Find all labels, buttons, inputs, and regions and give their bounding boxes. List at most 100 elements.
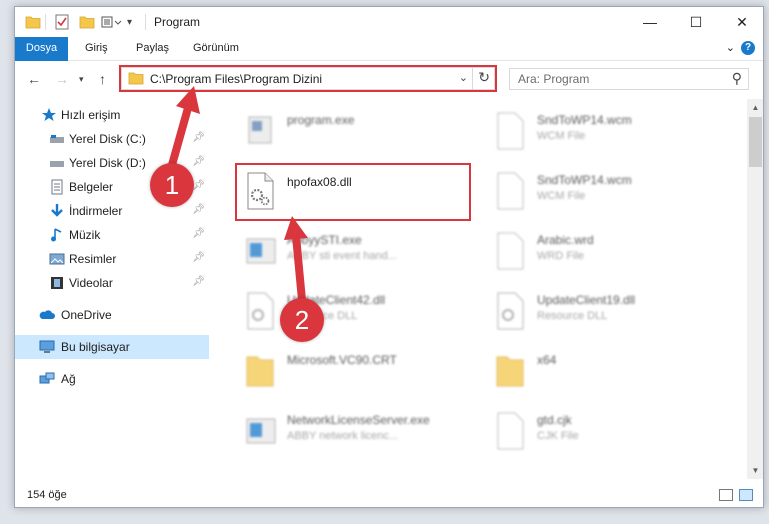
maximize-button[interactable]: ☐	[673, 7, 719, 37]
file-highlight	[235, 163, 471, 221]
generic-file-icon	[497, 412, 524, 450]
back-arrow-icon[interactable]: ←	[27, 71, 41, 87]
file-item[interactable]: UpdateClient19.dll Resource DLL	[485, 285, 725, 337]
generic-file-icon	[497, 112, 524, 150]
file-type: ABBY sti event hand...	[287, 250, 397, 262]
sidebar-item-label: Ağ	[61, 372, 76, 386]
sidebar-item-label: OneDrive	[61, 308, 112, 322]
navigation-bar: ← → ▾ ↑ C:\Program Files\Program Dizini …	[15, 61, 763, 97]
file-name: NetworkLicenseServer.exe	[287, 413, 430, 427]
sidebar-item-label: Müzik	[69, 228, 101, 242]
sidebar-item-label: Resimler	[69, 252, 117, 266]
file-item[interactable]: NetworkLicenseServer.exe ABBY network li…	[235, 405, 475, 457]
exe-file-icon	[248, 116, 272, 144]
forward-arrow-icon[interactable]: →	[55, 71, 69, 87]
pin-icon[interactable]: 📌︎	[192, 156, 205, 167]
properties-icon[interactable]	[55, 14, 69, 30]
explorer-window: ▾ Program — ☐ ✕ Dosya Giriş Paylaş Görün…	[14, 6, 764, 508]
expand-ribbon-icon[interactable]: ⌄	[726, 41, 735, 54]
tab-share[interactable]: Paylaş	[136, 37, 169, 60]
step-2-badge: 2	[280, 298, 324, 342]
file-type: WCM File	[537, 130, 586, 142]
sidebar-item-this-pc[interactable]: Bu bilgisayar	[15, 335, 209, 359]
file-name: Arabic.wrd	[537, 233, 594, 247]
file-name: SndToWP14.wcm	[537, 113, 632, 127]
pin-icon[interactable]: 📌︎	[192, 204, 205, 215]
scroll-thumb[interactable]	[749, 117, 762, 167]
sidebar-item-music[interactable]: Müzik 📌︎	[15, 223, 209, 247]
close-button[interactable]: ✕	[719, 7, 763, 37]
sidebar-item-label: Hızlı erişim	[61, 108, 121, 122]
step-1-badge: 1	[150, 163, 194, 207]
file-name: AbbyySTI.exe	[287, 233, 362, 247]
sidebar-item-quick-access[interactable]: Hızlı erişim	[15, 103, 209, 127]
video-icon	[51, 277, 63, 289]
help-icon[interactable]: ?	[741, 41, 755, 55]
network-icon	[39, 372, 55, 384]
folder-icon	[246, 356, 274, 387]
file-name: gtd.cjk	[537, 413, 572, 427]
sidebar-item-network[interactable]: Ağ	[15, 367, 209, 391]
pin-icon[interactable]: 📌︎	[192, 132, 205, 143]
up-arrow-icon[interactable]: ↑	[99, 71, 106, 87]
scroll-up-icon[interactable]: ▲	[747, 99, 763, 116]
sidebar-item-label: Belgeler	[69, 180, 114, 194]
file-item[interactable]: x64	[485, 345, 725, 397]
file-name: Microsoft.VC90.CRT	[287, 353, 397, 367]
sidebar-item-label: Yerel Disk (D:)	[69, 156, 146, 170]
vertical-scrollbar[interactable]: ▲ ▼	[747, 99, 763, 479]
sidebar-item-onedrive[interactable]: OneDrive	[15, 303, 209, 327]
file-name: program.exe	[287, 113, 355, 127]
new-folder-icon[interactable]	[79, 14, 95, 30]
minimize-button[interactable]: —	[627, 7, 673, 37]
large-icons-view-icon[interactable]	[739, 489, 753, 501]
file-item[interactable]: Microsoft.VC90.CRT	[235, 345, 475, 397]
tab-home[interactable]: Giriş	[85, 37, 108, 60]
sidebar-item-label: Videolar	[69, 276, 113, 290]
file-name: SndToWP14.wcm	[537, 173, 632, 187]
file-item[interactable]: SndToWP14.wcm WCM File	[485, 165, 725, 217]
dll-file-icon	[497, 292, 524, 330]
item-count: 154 öğe	[27, 489, 67, 501]
scroll-down-icon[interactable]: ▼	[747, 462, 763, 479]
status-bar: 154 öğe	[15, 485, 763, 507]
pin-icon[interactable]: 📌︎	[192, 276, 205, 287]
view-options-icon[interactable]	[101, 14, 123, 30]
drive-icon	[50, 161, 64, 167]
address-highlight	[119, 65, 497, 92]
generic-file-icon	[497, 172, 524, 210]
pin-icon[interactable]: 📌︎	[192, 228, 205, 239]
search-placeholder: Ara: Program	[518, 72, 590, 86]
search-icon[interactable]: ⚲	[732, 70, 742, 87]
music-icon	[51, 228, 62, 242]
file-type: WCM File	[537, 190, 586, 202]
documents-icon	[51, 179, 63, 195]
file-name: UpdateClient19.dll	[537, 293, 636, 307]
file-item[interactable]: program.exe	[235, 105, 475, 157]
file-item[interactable]: gtd.cjk CJK File	[485, 405, 725, 457]
customize-toolbar-icon[interactable]: ▾	[127, 14, 132, 30]
sidebar-item-pictures[interactable]: Resimler 📌︎	[15, 247, 209, 271]
file-item[interactable]: Arabic.wrd WRD File	[485, 225, 725, 277]
search-input[interactable]: Ara: Program ⚲	[509, 68, 749, 90]
download-icon	[51, 204, 63, 217]
sidebar-item-videos[interactable]: Videolar 📌︎	[15, 271, 209, 295]
recent-locations-icon[interactable]: ▾	[79, 74, 84, 85]
file-item[interactable]: AbbyySTI.exe ABBY sti event hand...	[235, 225, 475, 277]
cloud-icon	[39, 310, 55, 319]
window-title: Program	[154, 15, 201, 29]
computer-icon	[39, 340, 55, 353]
sidebar-item-local-disk-c[interactable]: Yerel Disk (C:) 📌︎	[15, 127, 209, 151]
file-item[interactable]: UpdateClient42.dll Resource DLL	[235, 285, 475, 337]
details-view-icon[interactable]	[719, 489, 733, 501]
generic-file-icon	[497, 232, 524, 270]
tab-view[interactable]: Görünüm	[193, 37, 239, 60]
sidebar-item-label: Yerel Disk (C:)	[69, 132, 146, 146]
file-item[interactable]: SndToWP14.wcm WCM File	[485, 105, 725, 157]
folder-icon[interactable]	[25, 14, 41, 30]
sidebar-item-label: Bu bilgisayar	[61, 340, 130, 354]
pin-icon[interactable]: 📌︎	[192, 252, 205, 263]
ribbon-tabs: Dosya Giriş Paylaş Görünüm ⌄ ?	[15, 37, 763, 89]
pin-icon[interactable]: 📌︎	[192, 180, 205, 191]
folder-icon	[496, 356, 524, 387]
